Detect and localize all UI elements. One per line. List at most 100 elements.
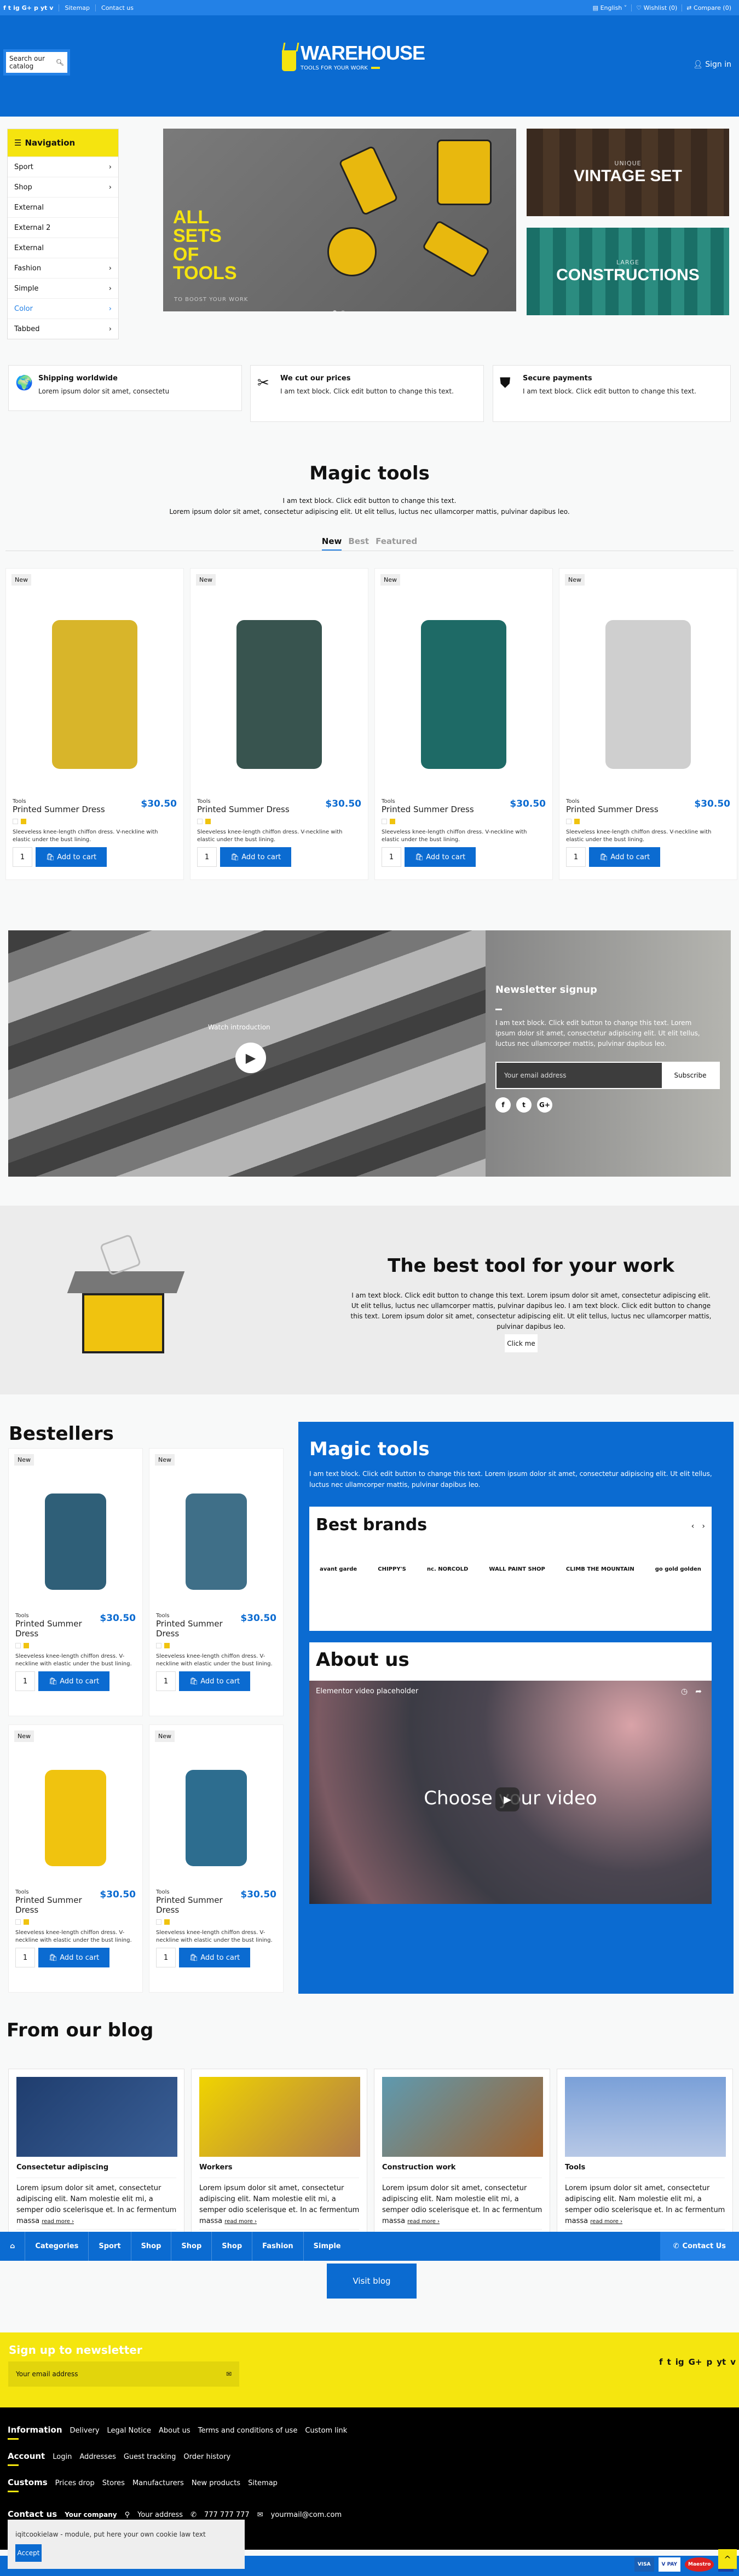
brand-logo[interactable]: avant garde: [317, 1564, 359, 1574]
footer-link[interactable]: Guest tracking: [124, 2453, 176, 2461]
slider-dot-1[interactable]: [333, 310, 337, 311]
swatch-yellow[interactable]: [24, 1643, 29, 1648]
quantity-input[interactable]: 1: [15, 1948, 35, 1967]
logo[interactable]: WAREHOUSE TOOLS FOR YOUR WORK: [282, 43, 425, 71]
chevron-right-icon[interactable]: ›: [702, 1522, 705, 1531]
facebook-icon[interactable]: f: [495, 1097, 511, 1113]
banner-constructions[interactable]: LARGE CONSTRUCTIONS: [527, 228, 729, 315]
facebook-icon[interactable]: f: [3, 4, 6, 11]
contact-us-link[interactable]: Contact us: [96, 4, 139, 11]
product-image[interactable]: [160, 1481, 272, 1602]
add-to-cart-button[interactable]: 🛍︎ Add to cart: [405, 847, 476, 867]
read-more-link[interactable]: read more ›: [407, 2219, 440, 2225]
swatch-white[interactable]: [197, 819, 203, 824]
visit-blog-button[interactable]: Visit blog: [327, 2264, 417, 2299]
product-name[interactable]: Printed Summer Dress: [15, 1895, 95, 1915]
play-icon[interactable]: ▶: [495, 1787, 519, 1811]
email[interactable]: yourmail@com.com: [271, 2511, 342, 2519]
product-image[interactable]: [201, 601, 357, 788]
watch-later-icon[interactable]: ◷: [681, 1687, 688, 1696]
swatch-yellow[interactable]: [574, 819, 580, 824]
google-plus-icon[interactable]: G+: [22, 4, 32, 11]
quantity-input[interactable]: 1: [156, 1948, 176, 1967]
product-name[interactable]: Printed Summer Dress: [382, 804, 505, 814]
nav-item-color[interactable]: Color ›: [8, 298, 118, 319]
footer-link[interactable]: Stores: [102, 2479, 125, 2487]
nav-item-shop[interactable]: Shop ›: [8, 177, 118, 197]
sign-in-link[interactable]: 👤︎ Sign in: [693, 60, 731, 69]
add-to-cart-button[interactable]: 🛍︎ Add to cart: [179, 1948, 250, 1967]
product-name[interactable]: Printed Summer Dress: [197, 804, 321, 814]
envelope-icon[interactable]: ✉: [226, 2370, 232, 2378]
brand-logo[interactable]: CLIMB THE MOUNTAIN: [564, 1564, 637, 1574]
home-icon[interactable]: ⌂: [0, 2232, 26, 2261]
slider-dot-2[interactable]: [341, 310, 345, 311]
quantity-input[interactable]: 1: [156, 1671, 176, 1691]
blog-post-image[interactable]: [382, 2077, 543, 2157]
navigation-header[interactable]: ☰ Navigation: [8, 129, 118, 157]
swatch-white[interactable]: [13, 819, 18, 824]
brand-logo[interactable]: go gold golden: [653, 1564, 703, 1574]
quantity-input[interactable]: 1: [566, 847, 586, 867]
footer-link[interactable]: About us: [159, 2427, 190, 2435]
subscribe-button[interactable]: Subscribe: [662, 1063, 719, 1088]
product-name[interactable]: Printed Summer Dress: [13, 804, 136, 814]
search-input[interactable]: Search our catalog 🔍︎: [6, 52, 67, 73]
menu-simple[interactable]: Simple: [304, 2232, 351, 2261]
play-icon[interactable]: ▶: [235, 1043, 266, 1073]
nav-item-external[interactable]: External: [8, 238, 118, 258]
youtube-icon[interactable]: yt: [717, 2357, 726, 2367]
swatch-yellow[interactable]: [164, 1643, 170, 1648]
swatch-white[interactable]: [156, 1919, 161, 1925]
nav-item-external[interactable]: External: [8, 197, 118, 217]
footer-link[interactable]: Sitemap: [248, 2479, 278, 2487]
product-card[interactable]: New Tools Printed Summer Dress $30.50 Sleeve…: [5, 568, 184, 880]
product-card[interactable]: New Tools Printed Summer Dress $30.50 Sleeve…: [559, 568, 737, 880]
twitter-icon[interactable]: t: [8, 4, 11, 11]
footer-link[interactable]: Manufacturers: [132, 2479, 184, 2487]
product-image[interactable]: [386, 601, 541, 788]
product-name[interactable]: Printed Summer Dress: [156, 1619, 236, 1639]
brand-logo[interactable]: nc. NORCOLD: [425, 1564, 470, 1574]
footer-link[interactable]: Delivery: [70, 2427, 100, 2435]
swatch-yellow[interactable]: [164, 1919, 170, 1925]
tab-new[interactable]: New: [321, 536, 342, 551]
product-image[interactable]: [570, 601, 726, 788]
add-to-cart-button[interactable]: 🛍︎ Add to cart: [36, 847, 107, 867]
nav-item-tabbed[interactable]: Tabbed ›: [8, 319, 118, 339]
tab-best[interactable]: Best: [348, 536, 369, 551]
nav-item-sport[interactable]: Sport ›: [8, 157, 118, 177]
add-to-cart-button[interactable]: 🛍︎ Add to cart: [38, 1948, 109, 1967]
vimeo-icon[interactable]: v: [730, 2357, 736, 2367]
footer-link[interactable]: Prices drop: [55, 2479, 95, 2487]
blog-post-image[interactable]: [199, 2077, 360, 2157]
product-name[interactable]: Printed Summer Dress: [156, 1895, 236, 1915]
menu-shop[interactable]: Shop: [131, 2232, 172, 2261]
swatch-yellow[interactable]: [21, 819, 26, 824]
language-selector[interactable]: ▤ English ˅: [588, 4, 632, 11]
footer-link[interactable]: Order history: [183, 2453, 230, 2461]
product-name[interactable]: Printed Summer Dress: [15, 1619, 95, 1639]
read-more-link[interactable]: read more ›: [224, 2219, 257, 2225]
add-to-cart-button[interactable]: 🛍︎ Add to cart: [589, 847, 660, 867]
product-image[interactable]: [17, 601, 172, 788]
blog-post-title[interactable]: Workers: [199, 2163, 232, 2172]
instagram-icon[interactable]: ig: [676, 2357, 684, 2367]
product-image[interactable]: [160, 1758, 272, 1878]
search-icon[interactable]: 🔍︎: [56, 59, 64, 66]
swatch-yellow[interactable]: [24, 1919, 29, 1925]
nav-item-simple[interactable]: Simple ›: [8, 278, 118, 298]
click-me-button[interactable]: Click me: [505, 1334, 538, 1352]
menu-shop[interactable]: Shop: [171, 2232, 212, 2261]
back-to-top-button[interactable]: ^: [718, 2549, 737, 2569]
product-card[interactable]: New Tools Printed Summer Dress $30.50 Sleeve…: [149, 1724, 284, 1993]
footer-email-input[interactable]: Your email address ✉: [8, 2361, 239, 2387]
facebook-icon[interactable]: f: [659, 2357, 663, 2367]
quantity-input[interactable]: 1: [13, 847, 32, 867]
vimeo-icon[interactable]: v: [49, 4, 53, 11]
swatch-white[interactable]: [566, 819, 571, 824]
product-image[interactable]: [20, 1758, 131, 1878]
add-to-cart-button[interactable]: 🛍︎ Add to cart: [179, 1671, 250, 1691]
wishlist-link[interactable]: ♡ Wishlist (0): [631, 4, 682, 11]
read-more-link[interactable]: read more ›: [590, 2219, 622, 2225]
